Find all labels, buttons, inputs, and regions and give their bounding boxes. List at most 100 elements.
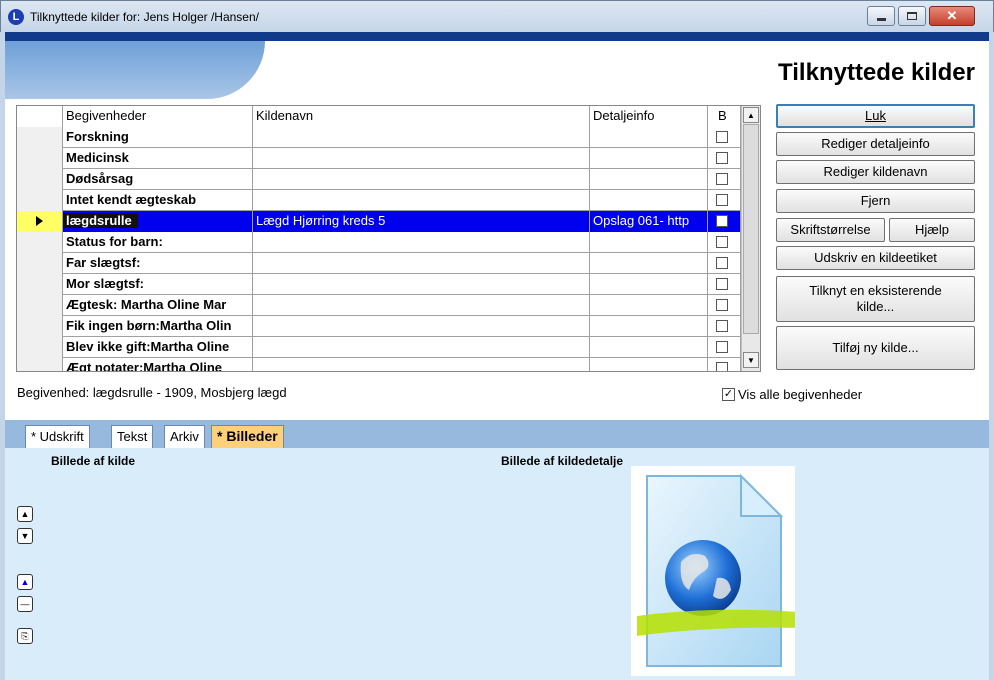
- table-row[interactable]: Mor slægtsf:: [17, 274, 741, 295]
- cell-begivenhed[interactable]: Dødsårsag: [63, 169, 253, 190]
- row-checkbox[interactable]: [716, 194, 728, 206]
- row-checkbox[interactable]: [716, 257, 728, 269]
- row-checkbox[interactable]: [716, 131, 728, 143]
- skriftstorrelse-button[interactable]: Skriftstørrelse: [776, 218, 885, 242]
- cell-kildenavn[interactable]: [253, 358, 590, 371]
- cell-kildenavn[interactable]: [253, 148, 590, 169]
- move-up-button[interactable]: ▲: [17, 506, 33, 522]
- udskriv-kildeetiket-button[interactable]: Udskriv en kildeetiket: [776, 246, 975, 270]
- cell-begivenhed[interactable]: Mor slægtsf:: [63, 274, 253, 295]
- row-checkbox[interactable]: [716, 320, 728, 332]
- cell-begivenhed[interactable]: Intet kendt ægteskab: [63, 190, 253, 211]
- row-indicator[interactable]: [17, 253, 63, 274]
- row-checkbox[interactable]: [716, 278, 728, 290]
- cell-detaljeinfo[interactable]: [590, 358, 708, 371]
- tab-billeder[interactable]: * Billeder: [211, 425, 284, 449]
- cell-detaljeinfo[interactable]: [590, 274, 708, 295]
- cell-detaljeinfo[interactable]: [590, 232, 708, 253]
- cell-kildenavn[interactable]: [253, 169, 590, 190]
- cell-kildenavn[interactable]: Lægd Hjørring kreds 5: [253, 211, 590, 232]
- tilknyt-eksisterende-kilde-button[interactable]: Tilknyt en eksisterende kilde...: [776, 276, 975, 322]
- scroll-up-button[interactable]: ▲: [743, 107, 759, 123]
- row-indicator[interactable]: [17, 316, 63, 337]
- table-row[interactable]: Dødsårsag: [17, 169, 741, 190]
- hjaelp-button[interactable]: Hjælp: [889, 218, 975, 242]
- row-indicator[interactable]: [17, 127, 63, 148]
- column-header-begivenheder[interactable]: Begivenheder: [63, 106, 253, 127]
- row-indicator[interactable]: [17, 169, 63, 190]
- table-row[interactable]: Fik ingen børn:Martha Olin: [17, 316, 741, 337]
- column-header-detaljeinfo[interactable]: Detaljeinfo: [590, 106, 708, 127]
- cell-begivenhed[interactable]: Status for barn:: [63, 232, 253, 253]
- rediger-detaljeinfo-button[interactable]: Rediger detaljeinfo: [776, 132, 975, 156]
- move-down-button[interactable]: ▼: [17, 528, 33, 544]
- cell-begivenhed[interactable]: Fik ingen børn:Martha Olin: [63, 316, 253, 337]
- row-indicator[interactable]: [17, 232, 63, 253]
- cell-detaljeinfo[interactable]: [590, 337, 708, 358]
- row-indicator[interactable]: [17, 190, 63, 211]
- cell-kildenavn[interactable]: [253, 295, 590, 316]
- cell-detaljeinfo[interactable]: [590, 148, 708, 169]
- cell-begivenhed[interactable]: Ægt notater:Martha Oline: [63, 358, 253, 371]
- row-indicator[interactable]: [17, 274, 63, 295]
- cell-kildenavn[interactable]: [253, 316, 590, 337]
- cell-detaljeinfo[interactable]: [590, 253, 708, 274]
- row-indicator[interactable]: [17, 211, 63, 232]
- row-indicator[interactable]: [17, 358, 63, 371]
- source-detail-image[interactable]: [631, 466, 799, 676]
- table-row[interactable]: Blev ikke gift:Martha Oline: [17, 337, 741, 358]
- row-indicator[interactable]: [17, 148, 63, 169]
- column-header-kildenavn[interactable]: Kildenavn: [253, 106, 590, 127]
- row-checkbox[interactable]: [716, 152, 728, 164]
- table-row[interactable]: lægdsrulle Lægd Hjørring kreds 5 Opslag 06…: [17, 211, 741, 232]
- column-header-b[interactable]: B: [708, 106, 741, 127]
- rediger-kildenavn-button[interactable]: Rediger kildenavn: [776, 160, 975, 184]
- row-indicator[interactable]: [17, 295, 63, 316]
- table-row[interactable]: Ægtesk: Martha Oline Mar: [17, 295, 741, 316]
- cell-kildenavn[interactable]: [253, 337, 590, 358]
- minimize-button[interactable]: [867, 6, 895, 26]
- tab-arkiv[interactable]: Arkiv: [164, 425, 205, 448]
- row-checkbox[interactable]: [716, 299, 728, 311]
- scroll-thumb[interactable]: [743, 124, 759, 334]
- cell-begivenhed[interactable]: Far slægtsf:: [63, 253, 253, 274]
- tilfoj-ny-kilde-button[interactable]: Tilføj ny kilde...: [776, 326, 975, 370]
- row-checkbox[interactable]: [716, 236, 728, 248]
- table-row[interactable]: Intet kendt ægteskab: [17, 190, 741, 211]
- row-checkbox[interactable]: [716, 362, 728, 371]
- maximize-button[interactable]: [898, 6, 926, 26]
- scroll-down-button[interactable]: ▼: [743, 352, 759, 368]
- sources-grid[interactable]: Begivenheder Kildenavn Detaljeinfo B For…: [16, 105, 761, 372]
- cell-detaljeinfo[interactable]: [590, 190, 708, 211]
- cell-begivenhed[interactable]: lægdsrulle: [63, 211, 253, 232]
- grid-scrollbar[interactable]: ▲ ▼: [741, 106, 760, 371]
- cell-detaljeinfo[interactable]: [590, 316, 708, 337]
- row-checkbox[interactable]: [716, 215, 728, 227]
- table-row[interactable]: Ægt notater:Martha Oline: [17, 358, 741, 371]
- table-row[interactable]: Medicinsk: [17, 148, 741, 169]
- table-row[interactable]: Far slægtsf:: [17, 253, 741, 274]
- cell-detaljeinfo[interactable]: [590, 127, 708, 148]
- cell-kildenavn[interactable]: [253, 190, 590, 211]
- cell-kildenavn[interactable]: [253, 274, 590, 295]
- tab-udskrift[interactable]: * Udskrift: [25, 425, 90, 448]
- cell-kildenavn[interactable]: [253, 127, 590, 148]
- add-image-button[interactable]: ▲: [17, 574, 33, 590]
- row-checkbox[interactable]: [716, 173, 728, 185]
- cell-kildenavn[interactable]: [253, 232, 590, 253]
- window-titlebar[interactable]: L Tilknyttede kilder for: Jens Holger /H…: [0, 0, 994, 32]
- cell-begivenhed[interactable]: Ægtesk: Martha Oline Mar: [63, 295, 253, 316]
- close-button[interactable]: ✕: [929, 6, 975, 26]
- cell-detaljeinfo[interactable]: [590, 295, 708, 316]
- copy-image-button[interactable]: ⎘: [17, 628, 33, 644]
- luk-button[interactable]: Luk: [776, 104, 975, 128]
- row-checkbox[interactable]: [716, 341, 728, 353]
- table-row[interactable]: Status for barn:: [17, 232, 741, 253]
- cell-detaljeinfo[interactable]: [590, 169, 708, 190]
- cell-begivenhed[interactable]: Medicinsk: [63, 148, 253, 169]
- cell-detaljeinfo[interactable]: Opslag 061- http: [590, 211, 708, 232]
- table-row[interactable]: Forskning: [17, 127, 741, 148]
- cell-begivenhed[interactable]: Blev ikke gift:Martha Oline: [63, 337, 253, 358]
- vis-alle-begivenheder-checkbox[interactable]: ✓ Vis alle begivenheder: [722, 387, 862, 402]
- fjern-button[interactable]: Fjern: [776, 189, 975, 213]
